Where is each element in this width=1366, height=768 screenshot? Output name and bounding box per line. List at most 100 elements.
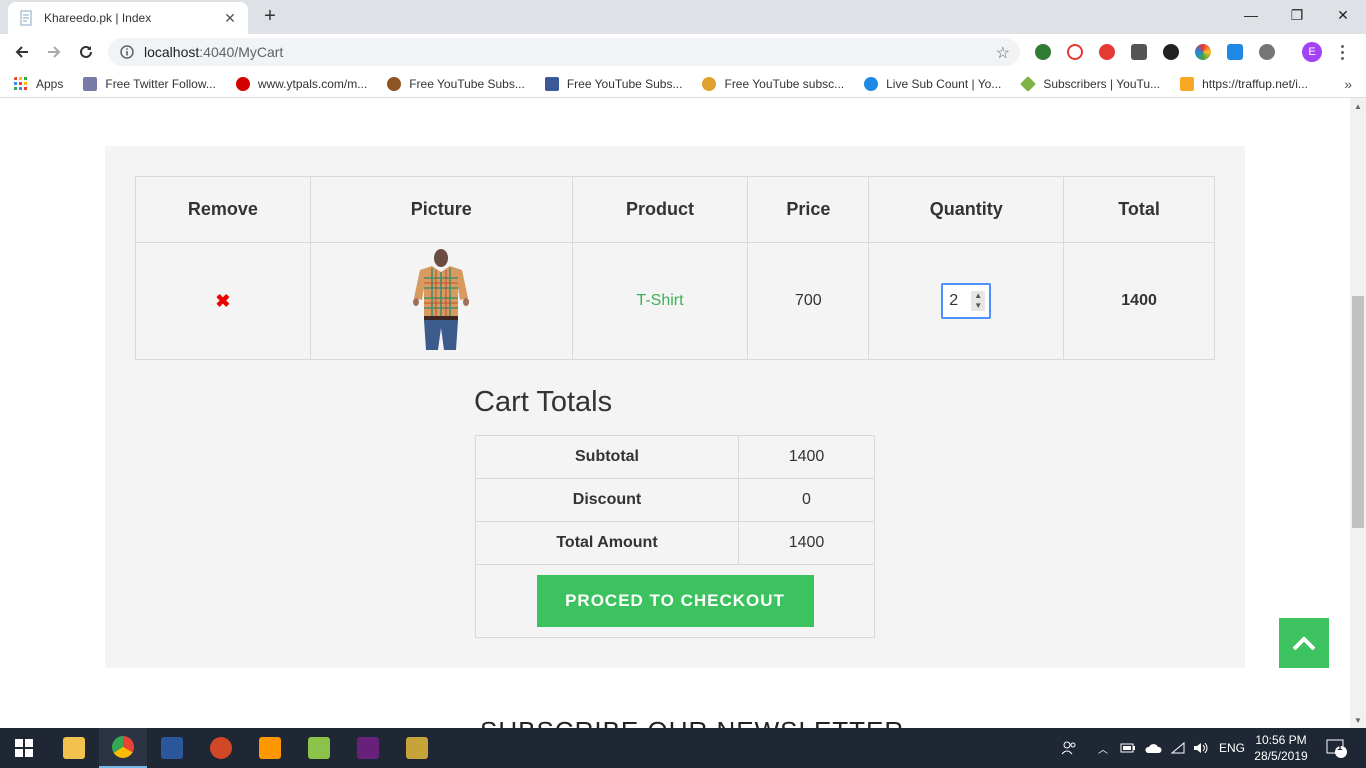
extension-heart-icon[interactable]: [1099, 44, 1115, 60]
restore-button[interactable]: ❐: [1274, 0, 1320, 30]
new-tab-button[interactable]: +: [258, 5, 282, 29]
extension-gear-icon[interactable]: [1259, 44, 1275, 60]
bookmark-label: https://traffup.net/i...: [1202, 76, 1308, 91]
checkout-cell: PROCED TO CHECKOUT: [475, 564, 875, 638]
quantity-value[interactable]: 2: [949, 292, 958, 310]
picture-cell: [309, 242, 573, 360]
url-text: localhost:4040/MyCart: [144, 44, 283, 60]
taskbar-powerpoint[interactable]: [197, 728, 245, 768]
minimize-button[interactable]: —: [1228, 0, 1274, 30]
cart-totals-title: Cart Totals: [474, 386, 613, 418]
language-indicator[interactable]: ENG: [1219, 728, 1245, 768]
table-row: PROCED TO CHECKOUT: [475, 564, 875, 638]
bookmark-apps[interactable]: Apps: [14, 76, 64, 91]
action-center-button[interactable]: 1: [1326, 728, 1348, 768]
browser-tab-strip: Khareedo.pk | Index ✕ + — ❐ ✕: [0, 0, 1366, 34]
quantity-stepper[interactable]: 2 ▲ ▼: [941, 283, 992, 319]
bookmark-item[interactable]: Subscribers | YouTu...: [1020, 75, 1160, 92]
taskbar-visual-studio[interactable]: [344, 728, 392, 768]
bookmark-item[interactable]: Free YouTube Subs...: [544, 76, 682, 91]
bookmark-item[interactable]: Live Sub Count | Yo...: [864, 76, 1002, 91]
notepad-icon: [308, 737, 330, 759]
taskbar-file-explorer[interactable]: [50, 728, 98, 768]
taskbar-sublime[interactable]: [246, 728, 294, 768]
header-price: Price: [747, 176, 870, 243]
chrome-menu-icon[interactable]: [1336, 42, 1348, 62]
house-icon: [1180, 76, 1195, 91]
back-to-top-button[interactable]: [1279, 618, 1329, 668]
bookmark-item[interactable]: Free YouTube Subs...: [387, 76, 525, 91]
product-image[interactable]: [406, 248, 476, 350]
checkout-button[interactable]: PROCED TO CHECKOUT: [536, 575, 814, 627]
taskbar-tools[interactable]: [393, 728, 441, 768]
header-remove: Remove: [135, 176, 311, 243]
extension-block-icon[interactable]: [1067, 44, 1083, 60]
show-hidden-icons-icon[interactable]: ︿: [1098, 728, 1108, 768]
extension-translate-icon[interactable]: [1227, 44, 1243, 60]
product-link[interactable]: T-Shirt: [636, 292, 683, 309]
windows-taskbar: ︿ ENG 10:56 PM 28/5/2019 1: [0, 728, 1366, 768]
mascot-icon: [387, 76, 402, 91]
bookmark-star-icon[interactable]: ☆: [996, 43, 1010, 63]
header-total: Total: [1063, 176, 1215, 243]
total-amount-label: Total Amount: [475, 521, 739, 565]
page-viewport: Remove Picture Product Price Quantity To…: [0, 98, 1350, 728]
remove-item-icon[interactable]: ✖: [215, 291, 230, 311]
extension-color-icon[interactable]: [1195, 44, 1211, 60]
bookmark-item[interactable]: https://traffup.net/i...: [1180, 76, 1308, 91]
battery-icon[interactable]: [1120, 728, 1136, 768]
scrollbar-thumb[interactable]: [1352, 296, 1364, 528]
hand-icon: [702, 76, 717, 91]
taskbar-notepad[interactable]: [295, 728, 343, 768]
sublime-icon: [259, 737, 281, 759]
visual-studio-icon: [357, 737, 379, 759]
close-window-button[interactable]: ✕: [1320, 0, 1366, 30]
info-icon[interactable]: [120, 45, 134, 59]
url-path: :4040/MyCart: [199, 44, 284, 60]
browser-tab[interactable]: Khareedo.pk | Index ✕: [8, 2, 248, 34]
bookmark-label: Apps: [36, 76, 64, 91]
bookmark-label: Live Sub Count | Yo...: [886, 76, 1002, 91]
table-row: ✖ T-Shirt 700 2 ▲ ▼ 1400: [135, 242, 1215, 360]
taskbar-chrome[interactable]: [99, 728, 147, 768]
onedrive-cloud-icon[interactable]: [1144, 728, 1162, 768]
page-scrollbar[interactable]: ▲ ▼: [1350, 98, 1366, 728]
profile-avatar[interactable]: E: [1302, 42, 1322, 62]
forward-button[interactable]: [42, 40, 66, 64]
decrement-arrow-icon[interactable]: ▼: [971, 301, 986, 311]
address-bar[interactable]: localhost:4040/MyCart ☆: [108, 38, 1020, 66]
increment-arrow-icon[interactable]: ▲: [971, 291, 986, 301]
table-row: Subtotal 1400: [475, 435, 875, 479]
bookmark-item[interactable]: Free YouTube subsc...: [702, 76, 845, 91]
extension-globe-icon[interactable]: [1035, 44, 1051, 60]
scroll-up-icon[interactable]: ▲: [1350, 98, 1366, 114]
bookmark-item[interactable]: www.ytpals.com/m...: [235, 76, 367, 91]
header-quantity: Quantity: [868, 176, 1065, 243]
bookmark-label: Free YouTube subsc...: [724, 76, 845, 91]
taskbar-clock[interactable]: 10:56 PM 28/5/2019: [1246, 732, 1316, 764]
bookmarks-bar: Apps Free Twitter Follow... www.ytpals.c…: [0, 70, 1366, 98]
taskbar-word[interactable]: [148, 728, 196, 768]
scroll-down-icon[interactable]: ▼: [1350, 712, 1366, 728]
chrome-icon: [112, 736, 134, 758]
tab-close-icon[interactable]: ✕: [222, 10, 238, 27]
total-cell: 1400: [1063, 242, 1215, 360]
back-button[interactable]: [10, 40, 34, 64]
browser-toolbar: localhost:4040/MyCart ☆ E: [0, 34, 1366, 70]
reload-button[interactable]: [74, 40, 98, 64]
header-product: Product: [571, 176, 749, 243]
extension-tb-icon[interactable]: [1131, 44, 1147, 60]
cart-totals-table: Subtotal 1400 Discount 0 Total Amount 14…: [475, 435, 875, 638]
discount-label: Discount: [475, 478, 739, 522]
extension-k-icon[interactable]: [1163, 44, 1179, 60]
bookmarks-overflow-icon[interactable]: »: [1344, 76, 1352, 92]
wifi-icon[interactable]: [1170, 728, 1186, 768]
remove-cell: ✖: [135, 242, 311, 360]
diamond-icon: [1020, 75, 1037, 92]
people-icon[interactable]: [1060, 728, 1078, 768]
cart-header-row: Remove Picture Product Price Quantity To…: [135, 176, 1215, 243]
start-button[interactable]: [0, 728, 48, 768]
bookmark-item[interactable]: Free Twitter Follow...: [83, 76, 216, 91]
volume-icon[interactable]: [1192, 728, 1210, 768]
back-arrow-icon: [15, 46, 28, 58]
